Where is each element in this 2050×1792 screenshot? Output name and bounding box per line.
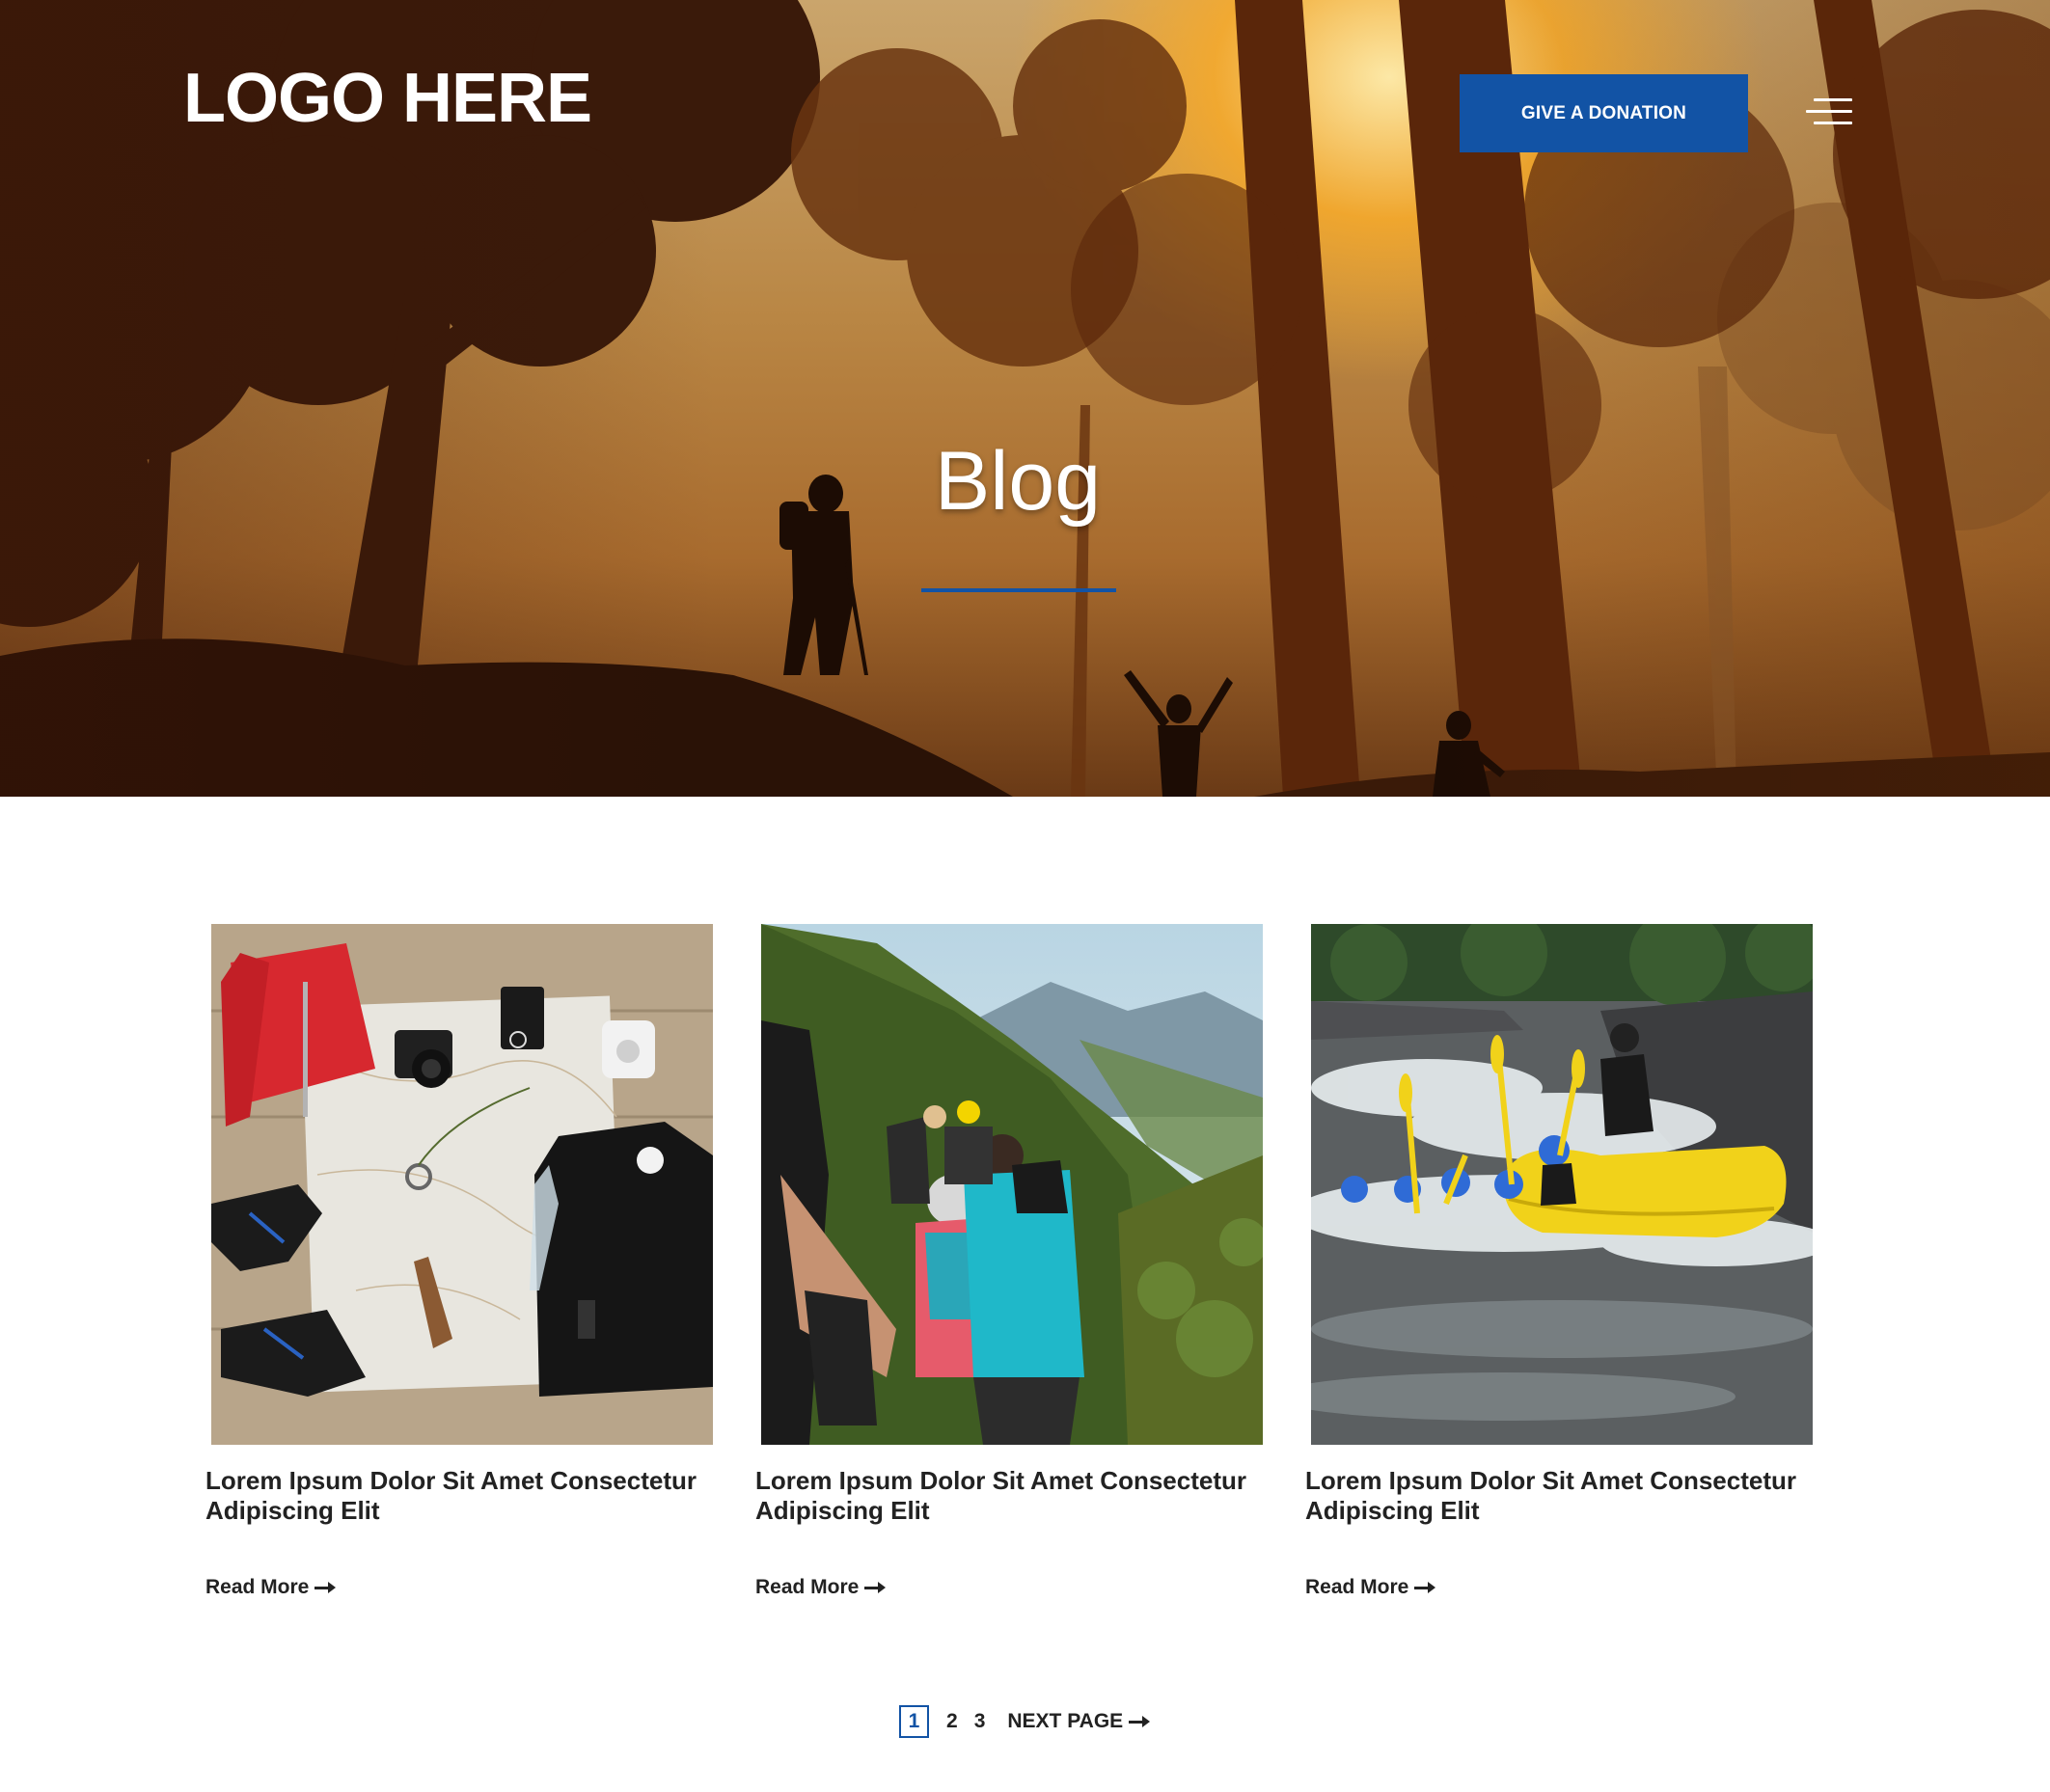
hamburger-line [1814,122,1852,124]
read-more-link[interactable]: Read More [1305,1576,1436,1599]
page-title: Blog [934,435,1102,528]
post-title[interactable]: Lorem Ipsum Dolor Sit Amet Consectetur A… [755,1466,1257,1526]
whitewater-rafting-image [1311,924,1813,1445]
hamburger-line [1806,110,1852,113]
page-1-link[interactable]: 1 [899,1705,929,1738]
post-title[interactable]: Lorem Ipsum Dolor Sit Amet Consectetur A… [1305,1466,1807,1526]
post-title[interactable]: Lorem Ipsum Dolor Sit Amet Consectetur A… [205,1466,707,1526]
hamburger-menu-icon[interactable] [1806,98,1852,127]
post-thumbnail-rafting[interactable] [1311,924,1813,1445]
arrow-right-icon [1414,1582,1436,1593]
travel-gear-image [211,924,713,1445]
read-more-link[interactable]: Read More [755,1576,887,1599]
pagination: 1 2 3 NEXT PAGE [899,1705,1151,1738]
page-2-link[interactable]: 2 [946,1710,958,1733]
arrow-right-icon [314,1582,337,1593]
site-logo[interactable]: LOGO HERE [183,64,592,133]
read-more-label: Read More [1305,1576,1409,1598]
next-page-link[interactable]: NEXT PAGE [1007,1710,1151,1733]
hamburger-line [1814,98,1852,101]
give-donation-button[interactable]: GIVE A DONATION [1460,74,1748,152]
arrow-right-icon [864,1582,887,1593]
arrow-right-icon [1129,1716,1151,1727]
hero-banner: LOGO HERE GIVE A DONATION Blog [0,0,2050,797]
read-more-label: Read More [205,1576,310,1598]
next-page-label: NEXT PAGE [1007,1710,1124,1732]
title-underline [921,588,1116,592]
post-thumbnail-travel-gear[interactable] [211,924,713,1445]
hikers-mountain-image [761,924,1263,1445]
read-more-link[interactable]: Read More [205,1576,337,1599]
post-thumbnail-hikers[interactable] [761,924,1263,1445]
page-3-link[interactable]: 3 [974,1710,986,1733]
read-more-label: Read More [755,1576,860,1598]
